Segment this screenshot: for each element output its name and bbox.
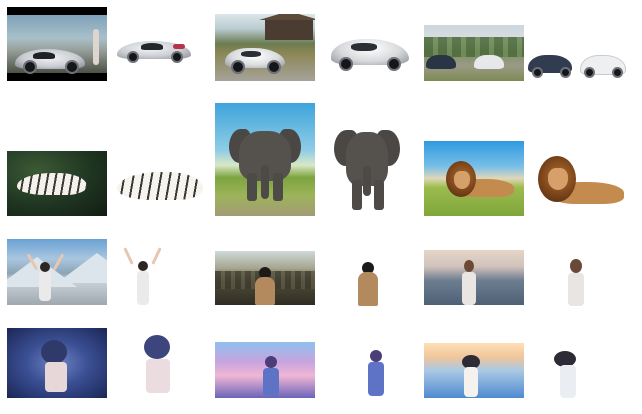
girl-mountain-photo[interactable] — [7, 239, 107, 305]
person-body — [45, 362, 67, 392]
tiger-photo[interactable] — [7, 151, 107, 216]
trees-shape — [424, 37, 524, 57]
lion-photo[interactable] — [424, 141, 524, 216]
person-body — [255, 277, 275, 305]
leg — [273, 173, 283, 201]
person-head — [41, 340, 67, 364]
person-body — [560, 365, 576, 398]
wheel — [65, 60, 79, 74]
wheel — [532, 67, 543, 78]
wheel — [612, 67, 623, 78]
wheel — [560, 67, 571, 78]
girl-hills-cutout[interactable] — [352, 260, 384, 306]
person-body — [146, 359, 170, 393]
anime-3-cutout[interactable] — [540, 343, 600, 398]
mountain-shape — [57, 253, 107, 283]
person-body — [368, 362, 384, 396]
person-head — [40, 262, 50, 272]
girl-mountain-cutout[interactable] — [123, 245, 163, 305]
leg — [352, 180, 362, 210]
person-body — [39, 271, 51, 301]
lion-face — [548, 168, 568, 190]
car-cutout-3[interactable] — [528, 53, 628, 78]
car-cutout-2[interactable] — [331, 35, 409, 71]
car-cutout-1[interactable] — [117, 35, 191, 65]
car-shape — [426, 55, 456, 69]
anime-1-photo[interactable] — [7, 328, 107, 398]
lion-cutout[interactable] — [532, 152, 628, 214]
person-head — [464, 260, 474, 272]
car-photo-1[interactable] — [7, 7, 107, 81]
person-body — [263, 368, 279, 396]
wheel — [171, 51, 183, 63]
anime-3-photo[interactable] — [424, 343, 524, 398]
leg — [247, 173, 257, 201]
person-head — [144, 335, 170, 359]
lion-face — [454, 171, 470, 189]
wheel — [127, 51, 139, 63]
person-head — [138, 261, 148, 271]
tiger-cutout[interactable] — [117, 168, 203, 204]
person-body — [137, 271, 149, 305]
trunk — [261, 165, 269, 199]
car-photo-2[interactable] — [215, 14, 315, 81]
wheel — [23, 60, 37, 74]
girl-sea-photo[interactable] — [424, 250, 524, 305]
wheel — [267, 60, 281, 74]
person-body — [568, 273, 584, 306]
person-shape — [93, 29, 99, 65]
arm — [123, 247, 134, 265]
anime-2-photo[interactable] — [215, 342, 315, 398]
girl-sea-cutout[interactable] — [562, 257, 590, 306]
elephant-cutout[interactable] — [332, 128, 402, 212]
wheel — [339, 57, 353, 71]
arm — [151, 247, 162, 265]
leg — [374, 180, 384, 210]
anime-1-cutout[interactable] — [122, 329, 192, 398]
person-head — [265, 356, 277, 368]
person-body — [464, 367, 478, 397]
house-shape — [259, 14, 315, 40]
wheel — [387, 57, 401, 71]
tiger-shape — [17, 173, 87, 195]
tiger-shape — [117, 172, 203, 200]
car-photo-scene — [7, 15, 107, 74]
car-shape — [474, 55, 504, 69]
car-photo-3[interactable] — [424, 25, 524, 81]
person-body — [358, 272, 378, 306]
person-head — [570, 259, 582, 273]
girl-hills-photo[interactable] — [215, 251, 315, 305]
anime-2-cutout[interactable] — [362, 346, 390, 398]
person-head — [370, 350, 382, 362]
person-body — [462, 272, 476, 305]
wheel — [231, 60, 245, 74]
elephant-photo[interactable] — [215, 103, 315, 216]
wheel — [584, 67, 595, 78]
trunk — [363, 166, 371, 196]
